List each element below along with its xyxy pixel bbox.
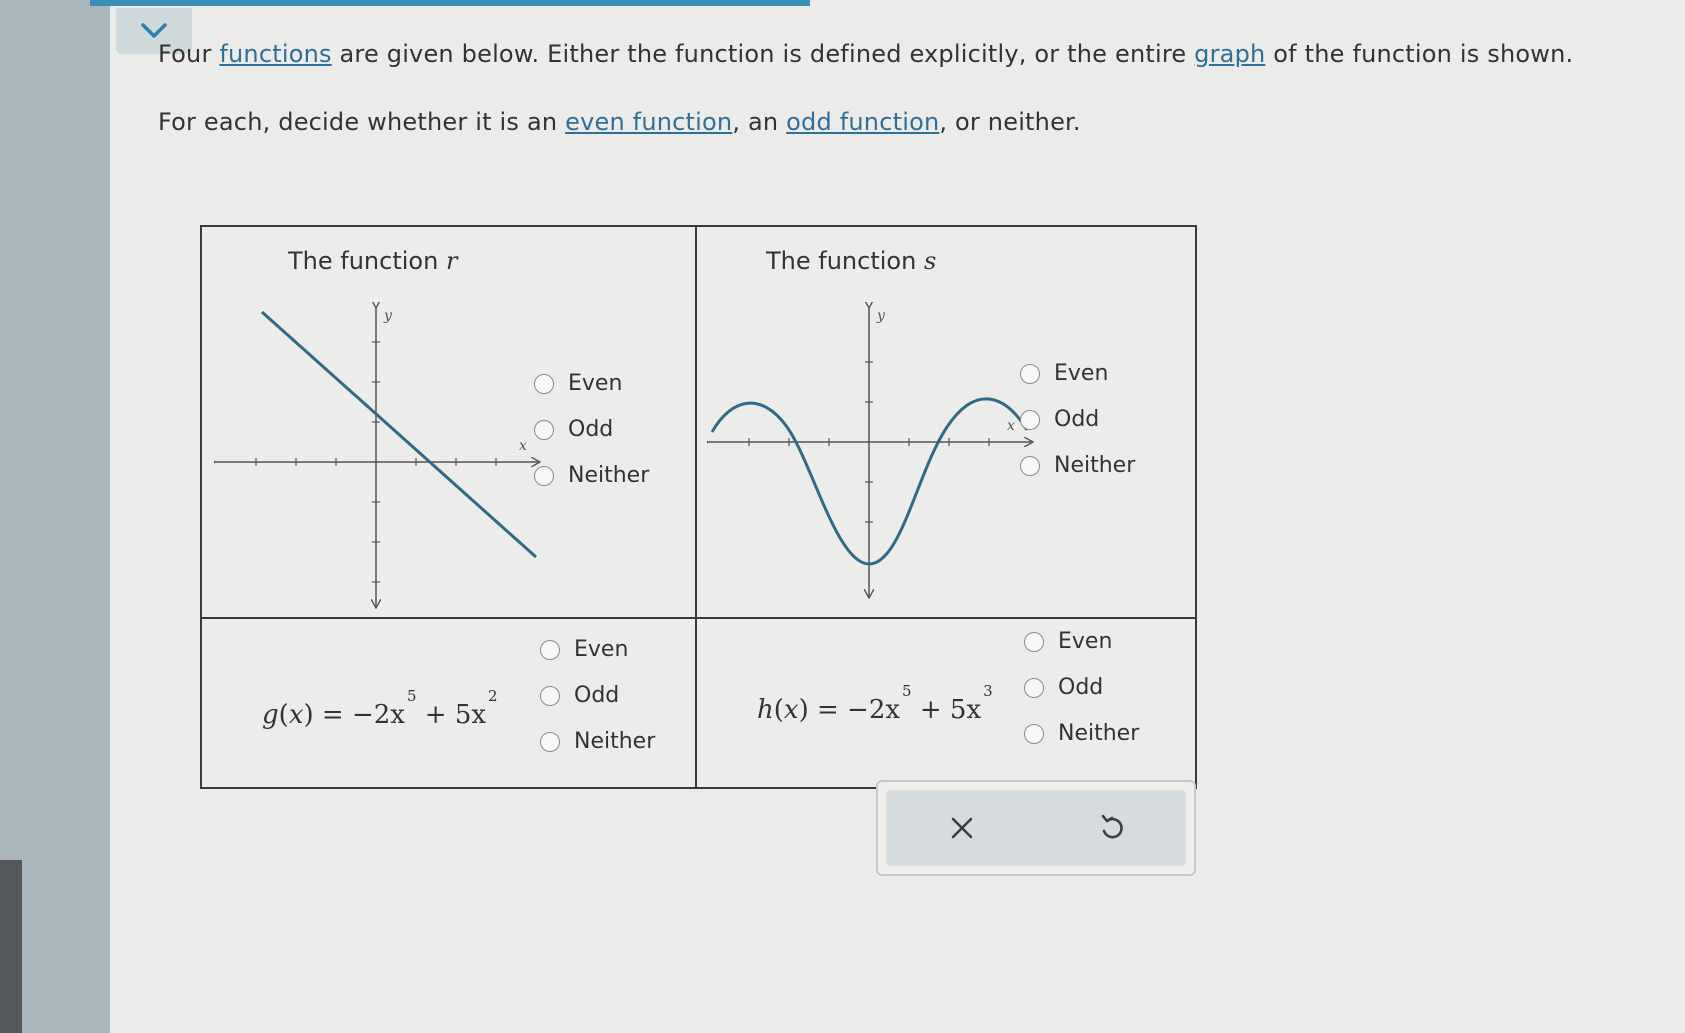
radio-h-odd[interactable]: Odd xyxy=(1024,675,1103,700)
prompt-text: are given below. Either the function is … xyxy=(331,40,1195,68)
function-name: g xyxy=(262,700,279,730)
radio-circle[interactable] xyxy=(540,685,560,706)
background-edge xyxy=(0,0,110,1033)
y-axis-label: y xyxy=(876,308,886,324)
function-name: h xyxy=(757,695,774,725)
prompt-text: For each, decide whether it is an xyxy=(158,108,566,136)
radio-r-even[interactable]: Even xyxy=(534,371,622,396)
radio-s-odd[interactable]: Odd xyxy=(1020,407,1099,432)
action-bar xyxy=(876,780,1196,876)
exponent: 3 xyxy=(983,682,993,700)
radio-circle[interactable] xyxy=(1024,677,1044,698)
option-label: Neither xyxy=(568,463,650,488)
function-arg: x xyxy=(288,700,304,730)
title-text: The function xyxy=(766,247,924,275)
radio-circle[interactable] xyxy=(1024,631,1044,652)
option-label: Odd xyxy=(1058,675,1104,700)
formula-h: h(x) = −2x5 + 5x3 xyxy=(757,682,993,725)
radio-circle[interactable] xyxy=(540,731,560,752)
exponent: 5 xyxy=(406,687,417,705)
radio-g-neither[interactable]: Neither xyxy=(540,729,655,754)
x-axis-label: x xyxy=(1007,418,1015,434)
line-r xyxy=(261,310,537,559)
radio-g-even[interactable]: Even xyxy=(540,637,628,662)
option-label: Odd xyxy=(574,683,620,708)
option-label: Even xyxy=(1058,629,1113,654)
prompt-text: Four xyxy=(158,40,220,68)
prompt-text: , an xyxy=(732,108,787,136)
question-grid: The function r x y Even Odd Neither The … xyxy=(200,225,1197,789)
radio-r-neither[interactable]: Neither xyxy=(534,463,649,488)
prompt-text: of the function is shown. xyxy=(1265,40,1574,68)
undo-icon xyxy=(1101,814,1123,839)
grid-divider-vertical xyxy=(695,227,697,787)
prompt-line-2: For each, decide whether it is an even f… xyxy=(158,108,1081,136)
radio-h-even[interactable]: Even xyxy=(1024,629,1112,654)
option-label: Odd xyxy=(1054,407,1100,432)
x-icon xyxy=(951,817,973,839)
function-arg: x xyxy=(783,695,799,725)
radio-circle[interactable] xyxy=(534,465,554,486)
option-label: Neither xyxy=(574,729,656,754)
top-accent-bar xyxy=(90,0,810,6)
link-functions[interactable]: functions xyxy=(219,40,331,68)
radio-circle[interactable] xyxy=(1020,363,1040,384)
radio-h-neither[interactable]: Neither xyxy=(1024,721,1139,746)
radio-r-odd[interactable]: Odd xyxy=(534,417,613,442)
graph-r: x y xyxy=(214,302,554,612)
option-label: Even xyxy=(574,637,629,662)
link-graph[interactable]: graph xyxy=(1194,40,1265,68)
link-odd-function[interactable]: odd function xyxy=(786,108,939,136)
title-variable: r xyxy=(445,247,458,275)
radio-circle[interactable] xyxy=(534,419,554,440)
formula-term: + 5x xyxy=(919,695,982,725)
radio-circle[interactable] xyxy=(1024,723,1044,744)
grid-divider-horizontal xyxy=(202,617,1195,619)
chevron-down-icon xyxy=(141,23,167,38)
radio-s-neither[interactable]: Neither xyxy=(1020,453,1135,478)
exponent: 5 xyxy=(902,682,912,700)
formula-term: + 5x xyxy=(424,700,487,730)
radio-circle[interactable] xyxy=(1020,455,1040,476)
clear-button[interactable] xyxy=(932,802,992,854)
prompt-line-1: Four functions are given below. Either t… xyxy=(158,40,1573,68)
action-bar-inner xyxy=(886,790,1186,866)
cell-title-s: The function s xyxy=(766,247,936,275)
x-axis-label: x xyxy=(519,438,527,454)
cell-title-r: The function r xyxy=(288,247,457,275)
radio-circle[interactable] xyxy=(1020,409,1040,430)
exponent: 2 xyxy=(488,687,498,705)
undo-button[interactable] xyxy=(1082,802,1142,854)
option-label: Neither xyxy=(1058,721,1140,746)
graph-s: x y xyxy=(707,302,1047,612)
radio-circle[interactable] xyxy=(534,373,554,394)
radio-g-odd[interactable]: Odd xyxy=(540,683,619,708)
radio-circle[interactable] xyxy=(540,639,560,660)
y-axis-label: y xyxy=(383,308,393,324)
title-text: The function xyxy=(288,247,446,275)
prompt-text: , or neither. xyxy=(939,108,1081,136)
formula-g: g(x) = −2x5 + 5x2 xyxy=(262,687,498,730)
radio-s-even[interactable]: Even xyxy=(1020,361,1108,386)
background-edge-dark xyxy=(0,860,22,1033)
title-variable: s xyxy=(923,247,937,275)
formula-term: = −2x xyxy=(817,695,901,725)
formula-term: = −2x xyxy=(321,700,405,730)
option-label: Neither xyxy=(1054,453,1136,478)
link-even-function[interactable]: even function xyxy=(565,108,732,136)
option-label: Even xyxy=(568,371,623,396)
option-label: Odd xyxy=(568,417,614,442)
option-label: Even xyxy=(1054,361,1109,386)
